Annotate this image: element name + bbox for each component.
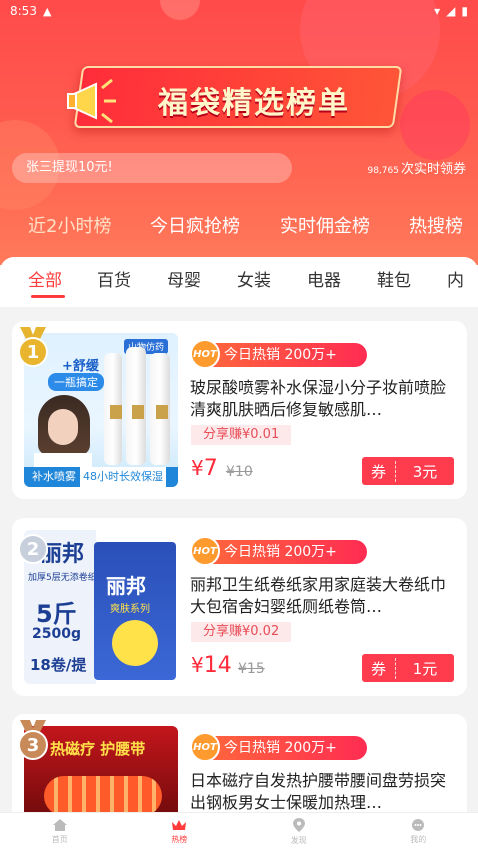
thumb-tag: +舒缓	[62, 359, 99, 374]
tab-commission[interactable]: 实时佣金榜	[280, 212, 370, 238]
category-shoes-bags[interactable]: 鞋包	[377, 266, 411, 291]
share-earn-tag[interactable]: 分享赚¥0.02	[191, 622, 292, 642]
price: ¥7	[191, 456, 218, 481]
coupon-count-label: 次实时领券	[400, 162, 466, 177]
ranking-tabs: 近2小时榜 今日疯抢榜 实时佣金榜 热搜榜	[0, 212, 478, 246]
price-value: 7	[203, 456, 218, 481]
wifi-icon: ▾	[434, 4, 441, 18]
status-time: 8:53	[10, 4, 37, 18]
location-icon	[292, 818, 305, 832]
original-price: ¥10	[226, 464, 253, 480]
nav-label: 我的	[410, 835, 427, 844]
nav-label: 热榜	[171, 835, 188, 844]
home-icon	[52, 819, 67, 831]
nav-discover[interactable]: 发现	[239, 813, 359, 850]
category-bar: 全部 百货 母婴 女装 电器 鞋包 内	[0, 257, 478, 307]
product-title[interactable]: 丽邦卫生纸卷纸家用家庭装大卷纸巾大包宿舍妇婴纸厕纸卷筒…	[190, 574, 452, 620]
thumb-subtitle: 加厚5层无添卷纸	[28, 573, 97, 583]
chat-icon	[412, 819, 425, 831]
thumb-headline: 热磁疗 护腰带	[50, 740, 146, 758]
thumb-series: 爽肤系列	[110, 604, 150, 615]
belt-graphic	[44, 776, 162, 812]
banner-title: 福袋精选榜单	[158, 86, 350, 121]
thumb-package-brand: 丽邦	[106, 574, 146, 598]
product-card[interactable]: 热磁疗 护腰带 3 今日热销 200万+ HOT 日本磁疗自发热护腰带腰间盘劳损…	[12, 714, 467, 812]
thumb-weight: 5斤	[36, 600, 77, 628]
hot-icon: HOT	[190, 536, 220, 566]
thumb-tag: 一瓶搞定	[48, 373, 104, 391]
coupon-count-number: 98,765	[367, 166, 399, 176]
nav-home[interactable]: 首页	[0, 813, 120, 850]
product-title[interactable]: 日本磁疗自发热护腰带腰间盘劳损突出钢板男女士保暖加热理…	[190, 770, 452, 812]
thumb-rolls: 18卷/提	[30, 656, 87, 674]
coupon-value: 1元	[412, 659, 438, 678]
price: ¥14	[191, 653, 232, 678]
coupon-button[interactable]: 券 3元	[362, 457, 454, 485]
category-active-indicator	[31, 295, 65, 298]
coupon-button[interactable]: 券 1元	[362, 654, 454, 682]
nav-label: 首页	[51, 835, 68, 844]
nav-mine[interactable]: 我的	[359, 813, 478, 850]
status-bar: 8:53 ▲ ▾ ◢ ▮	[0, 0, 478, 22]
original-price: ¥15	[238, 661, 265, 677]
rank-badge: 2	[18, 534, 48, 564]
product-title[interactable]: 玻尿酸喷雾补水保湿小分子妆前喷脸清爽肌肤晒后修复敏感肌…	[190, 377, 452, 423]
category-appliances[interactable]: 电器	[307, 266, 341, 291]
nav-label: 发现	[290, 836, 307, 845]
tab-hot-search[interactable]: 热搜榜	[409, 212, 463, 238]
megaphone-icon	[67, 78, 116, 124]
signal-icon: ◢	[446, 4, 456, 18]
rank-badge: 1	[18, 337, 48, 367]
category-baby[interactable]: 母婴	[167, 266, 201, 291]
withdraw-ticker: 张三提现10元!	[12, 153, 292, 183]
cartoon-mascot	[112, 620, 158, 666]
coupon-value: 3元	[412, 462, 438, 481]
status-icons: ▾ ◢ ▮	[434, 4, 468, 18]
hot-icon: HOT	[190, 339, 220, 369]
category-underwear[interactable]: 内	[447, 266, 464, 291]
coupon-counter: 98,765 次实时领券	[367, 158, 466, 177]
hot-icon: HOT	[190, 732, 220, 762]
thumb-grams: 2500g	[32, 626, 81, 642]
share-earn-tag[interactable]: 分享赚¥0.01	[191, 425, 292, 445]
product-card[interactable]: 丽邦 加厚5层无添卷纸 5斤 2500g 18卷/提 丽邦 爽肤系列 2 今日热…	[12, 518, 467, 696]
category-goods[interactable]: 百货	[97, 266, 131, 291]
battery-icon: ▮	[461, 4, 468, 18]
product-card[interactable]: 山物仿药 +舒缓 一瓶搞定 补水喷雾 48小时长效保湿 1 今日热销 200万+…	[12, 321, 467, 499]
bottom-nav: 首页 热榜 发现 我的	[0, 812, 478, 850]
tab-2-hour[interactable]: 近2小时榜	[28, 212, 111, 238]
price-value: 14	[203, 653, 232, 678]
rank-badge: 3	[18, 730, 48, 760]
hero-header: 8:53 ▲ ▾ ◢ ▮ 福袋精选榜单 张三提现10元! 98,765 次实时领券…	[0, 0, 478, 265]
tab-today-rush[interactable]: 今日疯抢榜	[150, 212, 240, 238]
category-women[interactable]: 女装	[237, 266, 271, 291]
coupon-label: 券	[362, 657, 396, 679]
thumb-footer: 48小时长效保湿	[80, 467, 166, 487]
nav-hot-list[interactable]: 热榜	[120, 813, 240, 850]
crown-icon	[172, 820, 187, 830]
alert-icon: ▲	[42, 4, 52, 18]
coupon-label: 券	[362, 460, 396, 482]
category-all[interactable]: 全部	[28, 266, 62, 291]
thumb-footer: 补水喷雾	[32, 470, 76, 483]
